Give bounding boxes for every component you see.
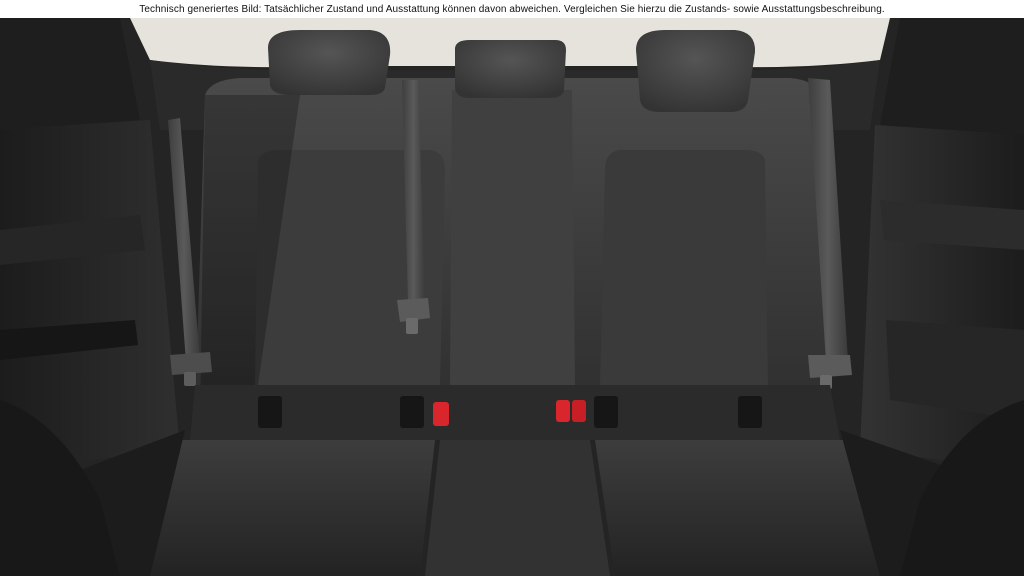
center-seat-back: [450, 90, 575, 385]
left-headrest: [268, 30, 391, 95]
buckle-slot: [738, 396, 762, 428]
left-side-window: [0, 18, 140, 130]
right-headrest: [636, 30, 756, 112]
rear-seat-photo: [0, 0, 1024, 576]
disclaimer-text: Technisch generiertes Bild: Tatsächliche…: [139, 3, 885, 15]
product-photo-frame: Technisch generiertes Bild: Tatsächliche…: [0, 0, 1024, 576]
center-headrest: [455, 40, 566, 98]
buckle-slot: [400, 396, 424, 428]
isofix-marker-right: [556, 400, 570, 422]
disclaimer-bar: Technisch generiertes Bild: Tatsächliche…: [0, 0, 1024, 18]
center-seat-cushion: [425, 440, 610, 576]
isofix-marker-left: [433, 402, 449, 426]
buckle-slot: [258, 396, 282, 428]
right-seat-back: [600, 150, 768, 385]
buckle-slot: [594, 396, 618, 428]
right-side-window: [880, 18, 1024, 135]
